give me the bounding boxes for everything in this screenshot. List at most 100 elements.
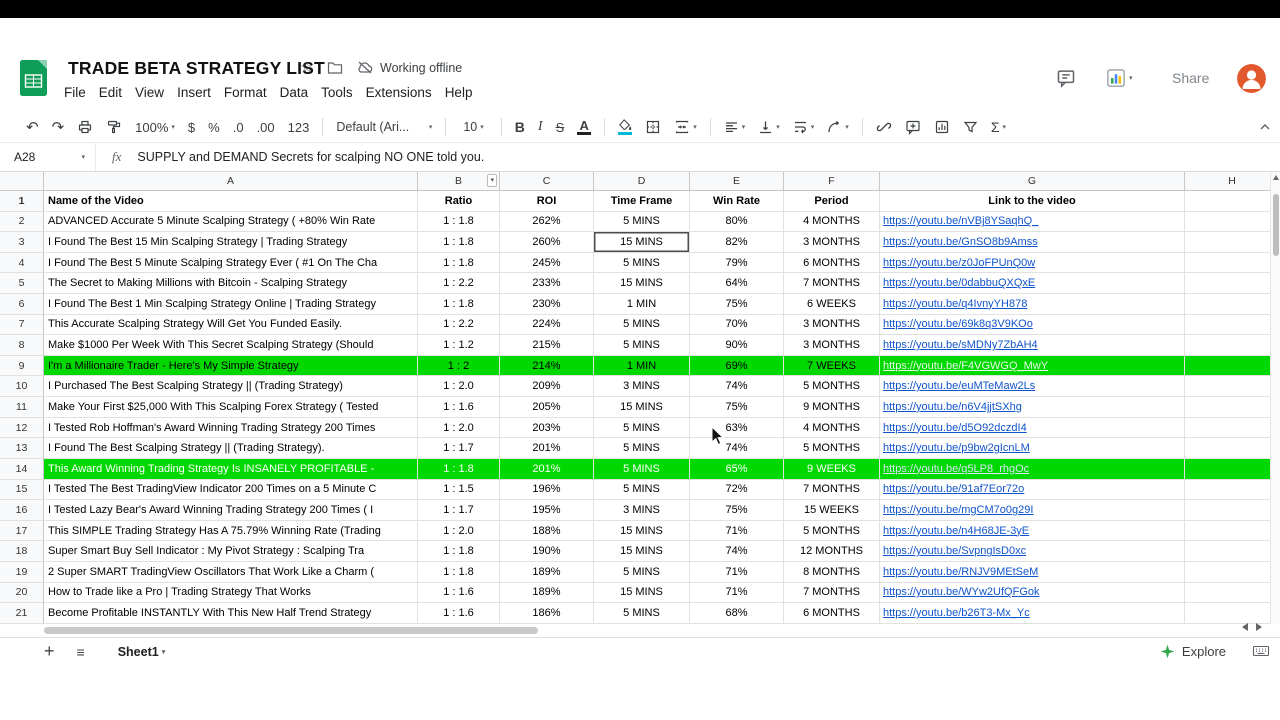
merge-cells-button[interactable]: ▾: [674, 119, 697, 135]
menu-data[interactable]: Data: [280, 85, 309, 100]
video-link[interactable]: https://youtu.be/91af7Eor72o: [883, 483, 1024, 495]
cell-C7[interactable]: 224%: [500, 314, 594, 336]
cell-C20[interactable]: 189%: [500, 582, 594, 604]
text-rotation-button[interactable]: ▾: [827, 120, 849, 134]
cell-G8[interactable]: https://youtu.be/sMDNy7ZbAH4: [880, 335, 1185, 356]
column-header-C[interactable]: C: [500, 172, 594, 191]
row-header-8[interactable]: 8: [0, 335, 44, 356]
cell-B1[interactable]: Ratio: [418, 191, 500, 212]
cell-A12[interactable]: I Tested Rob Hoffman's Award Winning Tra…: [44, 417, 418, 439]
cell-E11[interactable]: 75%: [690, 397, 784, 418]
cell-E16[interactable]: 75%: [690, 500, 784, 521]
cell-H16[interactable]: [1185, 500, 1280, 521]
cell-G18[interactable]: https://youtu.be/SvpngIsD0xc: [880, 541, 1185, 562]
cell-F10[interactable]: 5 MONTHS: [784, 376, 880, 398]
star-icon[interactable]: ☆: [300, 58, 313, 76]
row-header-9[interactable]: 9: [0, 355, 44, 377]
cell-H1[interactable]: [1185, 191, 1280, 212]
row-header-20[interactable]: 20: [0, 582, 44, 604]
video-link[interactable]: https://youtu.be/RNJV9MEtSeM: [883, 566, 1038, 578]
borders-button[interactable]: [645, 119, 661, 135]
cell-C21[interactable]: 186%: [500, 603, 594, 624]
cell-G14[interactable]: https://youtu.be/q5LP8_rhgOc: [880, 458, 1185, 480]
column-header-A[interactable]: A: [44, 172, 418, 191]
cell-E5[interactable]: 64%: [690, 273, 784, 295]
cell-C16[interactable]: 195%: [500, 500, 594, 521]
cell-B10[interactable]: 1 : 2.0: [418, 376, 500, 398]
cell-G10[interactable]: https://youtu.be/euMTeMaw2Ls: [880, 376, 1185, 398]
cell-H17[interactable]: [1185, 520, 1280, 542]
cell-H8[interactable]: [1185, 335, 1280, 356]
cell-G6[interactable]: https://youtu.be/q4IvnyYH878: [880, 294, 1185, 315]
cell-F15[interactable]: 7 MONTHS: [784, 479, 880, 501]
cell-F6[interactable]: 6 WEEKS: [784, 294, 880, 315]
cell-F14[interactable]: 9 WEEKS: [784, 458, 880, 480]
cell-F20[interactable]: 7 MONTHS: [784, 582, 880, 604]
share-button[interactable]: Share: [1172, 70, 1209, 86]
cell-H11[interactable]: [1185, 397, 1280, 418]
cell-C11[interactable]: 205%: [500, 397, 594, 418]
cell-A9[interactable]: I'm a Millionaire Trader - Here's My Sim…: [44, 355, 418, 377]
cell-B11[interactable]: 1 : 1.6: [418, 397, 500, 418]
scroll-up-arrow[interactable]: [1273, 175, 1279, 180]
format-percent-button[interactable]: %: [208, 120, 220, 135]
row-header-4[interactable]: 4: [0, 252, 44, 274]
cell-G7[interactable]: https://youtu.be/69k8q3V9KOo: [880, 314, 1185, 336]
horizontal-scroll-thumb[interactable]: [44, 627, 538, 634]
cell-H15[interactable]: [1185, 479, 1280, 501]
cell-H20[interactable]: [1185, 582, 1280, 604]
cell-A18[interactable]: Super Smart Buy Sell Indicator : My Pivo…: [44, 541, 418, 562]
video-link[interactable]: https://youtu.be/69k8q3V9KOo: [883, 318, 1033, 330]
row-header-6[interactable]: 6: [0, 294, 44, 315]
video-link[interactable]: https://youtu.be/GnSO8b9Amss: [883, 236, 1038, 248]
cell-B13[interactable]: 1 : 1.7: [418, 438, 500, 459]
row-header-1[interactable]: 1: [0, 191, 44, 212]
row-header-21[interactable]: 21: [0, 603, 44, 624]
create-filter-button[interactable]: [963, 120, 978, 134]
cell-G20[interactable]: https://youtu.be/WYw2UfQFGok: [880, 582, 1185, 604]
cell-F8[interactable]: 3 MONTHS: [784, 335, 880, 356]
zoom-control[interactable]: 100% ▾: [135, 120, 175, 135]
comment-history-icon[interactable]: [1056, 68, 1076, 93]
row-header-13[interactable]: 13: [0, 438, 44, 459]
cell-C13[interactable]: 201%: [500, 438, 594, 459]
cell-D16[interactable]: 3 MINS: [594, 500, 690, 521]
cell-E13[interactable]: 74%: [690, 438, 784, 459]
cell-A7[interactable]: This Accurate Scalping Strategy Will Get…: [44, 314, 418, 336]
cell-A5[interactable]: The Secret to Making Millions with Bitco…: [44, 273, 418, 295]
cell-G11[interactable]: https://youtu.be/n6V4jjtSXhg: [880, 397, 1185, 418]
cell-G4[interactable]: https://youtu.be/z0JoFPUnQ0w: [880, 252, 1185, 274]
cell-D3[interactable]: 15 MINS: [594, 232, 690, 253]
cell-B15[interactable]: 1 : 1.5: [418, 479, 500, 501]
video-link[interactable]: https://youtu.be/d5O92dczdI4: [883, 422, 1027, 434]
cell-H13[interactable]: [1185, 438, 1280, 459]
cell-F2[interactable]: 4 MONTHS: [784, 211, 880, 233]
cell-F19[interactable]: 8 MONTHS: [784, 561, 880, 583]
cell-D7[interactable]: 5 MINS: [594, 314, 690, 336]
cell-G9[interactable]: https://youtu.be/F4VGWGQ_MwY: [880, 355, 1185, 377]
cell-F12[interactable]: 4 MONTHS: [784, 417, 880, 439]
cell-F3[interactable]: 3 MONTHS: [784, 232, 880, 253]
horizontal-align-button[interactable]: ▾: [724, 120, 745, 134]
video-link[interactable]: https://youtu.be/0dabbuQXQxE: [883, 277, 1035, 289]
video-link[interactable]: https://youtu.be/p9bw2gIcnLM: [883, 442, 1030, 454]
row-header-14[interactable]: 14: [0, 458, 44, 480]
cell-A13[interactable]: I Found The Best Scalping Strategy || (T…: [44, 438, 418, 459]
cell-F18[interactable]: 12 MONTHS: [784, 541, 880, 562]
strikethrough-button[interactable]: S: [556, 120, 565, 135]
video-link[interactable]: https://youtu.be/q5LP8_rhgOc: [883, 463, 1029, 475]
column-header-F[interactable]: F: [784, 172, 880, 191]
row-header-15[interactable]: 15: [0, 479, 44, 501]
cell-D1[interactable]: Time Frame: [594, 191, 690, 212]
cell-E17[interactable]: 71%: [690, 520, 784, 542]
video-link[interactable]: https://youtu.be/mgCM7o0g29I: [883, 504, 1033, 516]
cell-F7[interactable]: 3 MONTHS: [784, 314, 880, 336]
explore-button[interactable]: Explore: [1159, 643, 1226, 660]
decrease-decimal-button[interactable]: .0: [233, 120, 244, 135]
cell-C19[interactable]: 189%: [500, 561, 594, 583]
cell-F5[interactable]: 7 MONTHS: [784, 273, 880, 295]
scroll-right-arrow[interactable]: [1256, 623, 1262, 631]
row-header-18[interactable]: 18: [0, 541, 44, 562]
account-avatar[interactable]: [1237, 64, 1266, 93]
cell-B8[interactable]: 1 : 1.2: [418, 335, 500, 356]
